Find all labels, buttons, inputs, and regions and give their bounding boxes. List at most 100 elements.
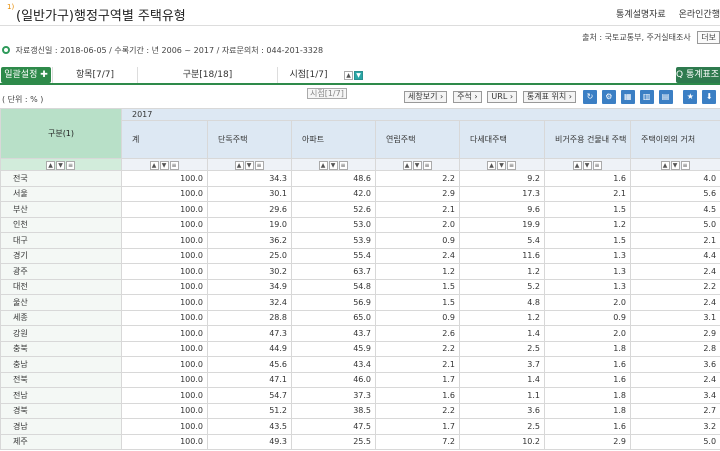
table-cell: 4.5 bbox=[629, 201, 720, 218]
table-row: 세종 100.0 28.8 65.0 0.9 1.2 0.9 3.1 bbox=[0, 309, 720, 326]
row-label: 세종 bbox=[0, 309, 122, 326]
table-cell: 1.6 bbox=[544, 418, 631, 435]
table-cell: 1.5 bbox=[544, 232, 631, 249]
table-row: 전국 100.0 34.3 48.6 2.2 9.2 1.6 4.0 bbox=[0, 170, 720, 187]
sort-asc-icon[interactable]: ▲ bbox=[46, 160, 55, 170]
sort-desc-icon[interactable]: ▼ bbox=[328, 160, 338, 170]
table-cell: 45.9 bbox=[291, 340, 376, 357]
filter-icon[interactable]: ≡ bbox=[422, 160, 432, 170]
refresh-icon[interactable]: ↻ bbox=[583, 90, 597, 104]
sort-asc-icon[interactable]: ▲ bbox=[660, 160, 670, 170]
stat-table-search-button[interactable]: Q 통계표조 bbox=[676, 67, 720, 83]
table-row: 강원 100.0 47.3 43.7 2.6 1.4 2.0 2.9 bbox=[0, 325, 720, 342]
filter-icon[interactable]: ≡ bbox=[507, 160, 516, 170]
sort-asc-icon[interactable]: ▲ bbox=[318, 160, 328, 170]
sort-asc-icon[interactable]: ▲ bbox=[234, 160, 244, 170]
sort-desc-icon[interactable]: ▼ bbox=[159, 160, 169, 170]
row-label: 부산 bbox=[0, 201, 122, 218]
sort-asc-icon[interactable]: ▲ bbox=[149, 160, 159, 170]
settings-icon[interactable]: ⚙ bbox=[601, 90, 616, 104]
table-cell: 17.3 bbox=[459, 185, 545, 202]
sort-desc-icon[interactable]: ▼ bbox=[670, 160, 680, 170]
table-cell: 2.9 bbox=[629, 325, 720, 342]
favorite-icon[interactable]: ★ bbox=[683, 90, 698, 104]
tab-category[interactable]: 구분[18/18] bbox=[137, 67, 277, 83]
table-cell: 1.3 bbox=[544, 278, 631, 295]
table-cell: 11.6 bbox=[459, 247, 545, 264]
filter-icon[interactable]: ≡ bbox=[680, 160, 690, 170]
table-cell: 4.4 bbox=[629, 247, 720, 264]
table-cell: 1.6 bbox=[544, 371, 631, 388]
col-header-other-dwelling: 주택이외의 거처 bbox=[629, 120, 720, 159]
table-cell: 1.2 bbox=[459, 309, 545, 326]
filter-icon[interactable]: ≡ bbox=[592, 160, 602, 170]
batch-settings-button[interactable]: 일괄설정 ✚ bbox=[1, 67, 51, 83]
table-cell: 100.0 bbox=[121, 387, 208, 404]
sort-desc-icon[interactable]: ▼ bbox=[56, 160, 65, 170]
sort-down-icon[interactable]: ▼ bbox=[354, 71, 363, 80]
sort-asc-icon[interactable]: ▲ bbox=[572, 160, 582, 170]
sort-asc-icon[interactable]: ▲ bbox=[487, 160, 496, 170]
filter-icon[interactable]: ≡ bbox=[169, 160, 179, 170]
table-cell: 0.9 bbox=[375, 232, 460, 249]
sort-controls: ▲ ▼ ≡ bbox=[291, 158, 376, 171]
table-cell: 47.5 bbox=[291, 418, 376, 435]
table-cell: 54.7 bbox=[207, 387, 292, 404]
table-cell: 100.0 bbox=[121, 170, 208, 187]
map-icon[interactable]: ▤ bbox=[658, 90, 673, 104]
filter-icon[interactable]: ≡ bbox=[338, 160, 348, 170]
online-publication-link[interactable]: 온라인간행 bbox=[679, 10, 720, 20]
table-cell: 3.6 bbox=[629, 356, 720, 373]
sort-controls: ▲ ▼ ≡ bbox=[544, 158, 631, 171]
table-cell: 19.0 bbox=[207, 216, 292, 233]
url-button[interactable]: URL › bbox=[487, 91, 518, 103]
title-bar: 1) (일반가구)행정구역별 주택유형 통계설명자료 온라인간행 bbox=[0, 0, 720, 26]
notes-button[interactable]: 주석 › bbox=[453, 91, 482, 103]
sort-up-icon[interactable]: ▲ bbox=[344, 71, 353, 80]
download-icon[interactable]: ⬇ bbox=[702, 90, 717, 104]
row-label: 전남 bbox=[0, 387, 122, 404]
period-tooltip: 시점[1/7] bbox=[307, 88, 347, 99]
more-button[interactable]: 더보 bbox=[697, 31, 720, 44]
table-cell: 1.4 bbox=[459, 325, 545, 342]
table-cell: 2.2 bbox=[629, 278, 720, 295]
sort-desc-icon[interactable]: ▼ bbox=[244, 160, 254, 170]
filter-icon[interactable]: ≡ bbox=[66, 160, 75, 170]
table-location-button[interactable]: 통계표 위치 › bbox=[522, 91, 576, 103]
chart-icon[interactable]: ▥ bbox=[639, 90, 654, 104]
stat-description-link[interactable]: 통계설명자료 bbox=[616, 10, 666, 20]
table-cell: 1.4 bbox=[459, 371, 545, 388]
table-cell: 2.2 bbox=[375, 402, 460, 419]
table-cell: 1.5 bbox=[375, 294, 460, 311]
sort-desc-icon[interactable]: ▼ bbox=[497, 160, 506, 170]
table-cell: 3.2 bbox=[629, 418, 720, 435]
tab-items[interactable]: 항목[7/7] bbox=[52, 67, 137, 83]
sort-asc-icon[interactable]: ▲ bbox=[402, 160, 412, 170]
tab-period[interactable]: 시점[1/7] bbox=[277, 67, 339, 83]
table-cell: 43.5 bbox=[207, 418, 292, 435]
filter-icon[interactable]: ≡ bbox=[254, 160, 264, 170]
vertical-view-button[interactable]: 세창보기 › bbox=[404, 91, 448, 103]
table-row: 대구 100.0 36.2 53.9 0.9 5.4 1.5 2.1 bbox=[0, 232, 720, 249]
sort-row: ▲ ▼ ≡ ▲ ▼ ≡ ▲ ▼ ≡ ▲ ▼ ≡ ▲ ▼ ≡ ▲ ▼ ≡ ▲ ▼ ≡ ▲ ▼ ≡ bbox=[0, 158, 720, 171]
table-cell: 1.8 bbox=[544, 340, 631, 357]
title-number: 1) bbox=[7, 3, 15, 11]
table-cell: 5.0 bbox=[629, 216, 720, 233]
col-header-nonresidential: 비거주용 건물내 주택 bbox=[544, 120, 631, 159]
table-cell: 2.0 bbox=[375, 216, 460, 233]
row-label: 대전 bbox=[0, 278, 122, 295]
table-cell: 2.0 bbox=[544, 294, 631, 311]
table-body: 전국 100.0 34.3 48.6 2.2 9.2 1.6 4.0 서울 100.0 30.1 42… bbox=[0, 170, 720, 450]
year-header: 2017 bbox=[120, 108, 720, 121]
table-cell: 65.0 bbox=[291, 309, 376, 326]
table-cell: 2.8 bbox=[629, 340, 720, 357]
table-icon[interactable]: ▦ bbox=[620, 90, 635, 104]
table-cell: 1.6 bbox=[544, 356, 631, 373]
row-label: 경북 bbox=[0, 402, 122, 419]
sort-controls: ▲ ▼ ≡ bbox=[121, 158, 208, 171]
table-cell: 100.0 bbox=[121, 201, 208, 218]
row-label: 광주 bbox=[0, 263, 122, 280]
sort-desc-icon[interactable]: ▼ bbox=[412, 160, 422, 170]
table-cell: 1.8 bbox=[544, 402, 631, 419]
sort-desc-icon[interactable]: ▼ bbox=[582, 160, 592, 170]
